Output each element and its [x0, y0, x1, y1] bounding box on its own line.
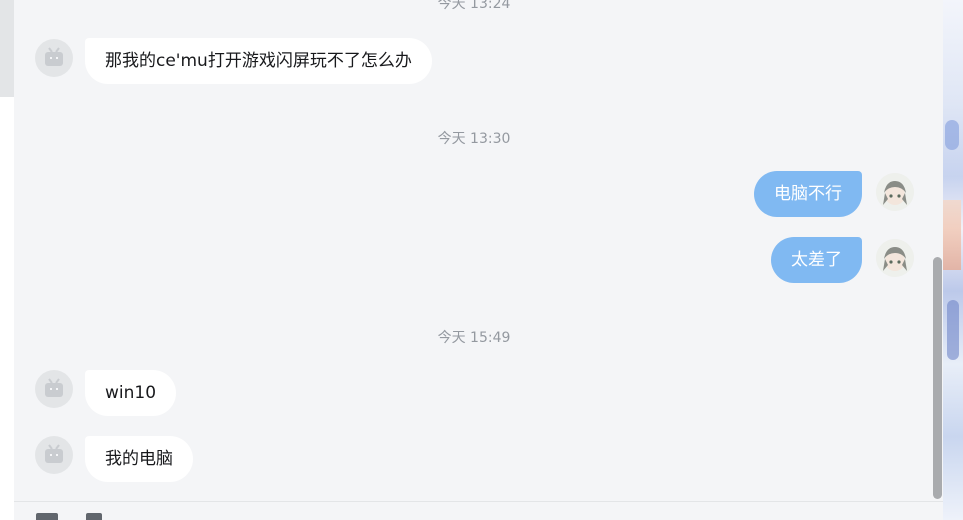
received-message-bubble[interactable]: 那我的ce'mu打开游戏闪屏玩不了怎么办 — [85, 38, 432, 84]
left-panel-header — [0, 0, 14, 97]
background-artwork — [943, 0, 963, 520]
left-panel-edge — [0, 0, 14, 520]
anime-girl-avatar-icon[interactable] — [876, 239, 914, 277]
image-icon[interactable] — [86, 513, 102, 520]
sent-message-bubble[interactable]: 太差了 — [771, 237, 862, 283]
tv-mascot-avatar-icon[interactable] — [35, 39, 73, 77]
received-message-bubble[interactable]: 我的电脑 — [85, 436, 193, 482]
received-message-bubble[interactable]: win10 — [85, 370, 177, 416]
timestamp: 今天 13:30 — [437, 131, 511, 147]
artwork-detail — [945, 120, 959, 150]
timestamp: 今天 15:49 — [437, 330, 511, 346]
scrollbar-thumb[interactable] — [933, 257, 942, 499]
anime-girl-avatar-icon[interactable] — [876, 173, 914, 211]
sent-message-bubble[interactable]: 电脑不行 — [754, 171, 862, 217]
artwork-detail — [943, 200, 961, 270]
message-input-area[interactable] — [14, 502, 943, 520]
tv-mascot-avatar-icon[interactable] — [35, 370, 73, 408]
tv-mascot-avatar-icon[interactable] — [35, 436, 73, 474]
timestamp: 今天 13:24 — [437, 0, 511, 12]
artwork-detail — [947, 300, 959, 360]
emoji-icon[interactable] — [36, 513, 58, 520]
chat-message-panel[interactable]: 今天 13:24 那我的ce'mu打开游戏闪屏玩不了怎么办 今天 13:30 电… — [14, 0, 943, 520]
